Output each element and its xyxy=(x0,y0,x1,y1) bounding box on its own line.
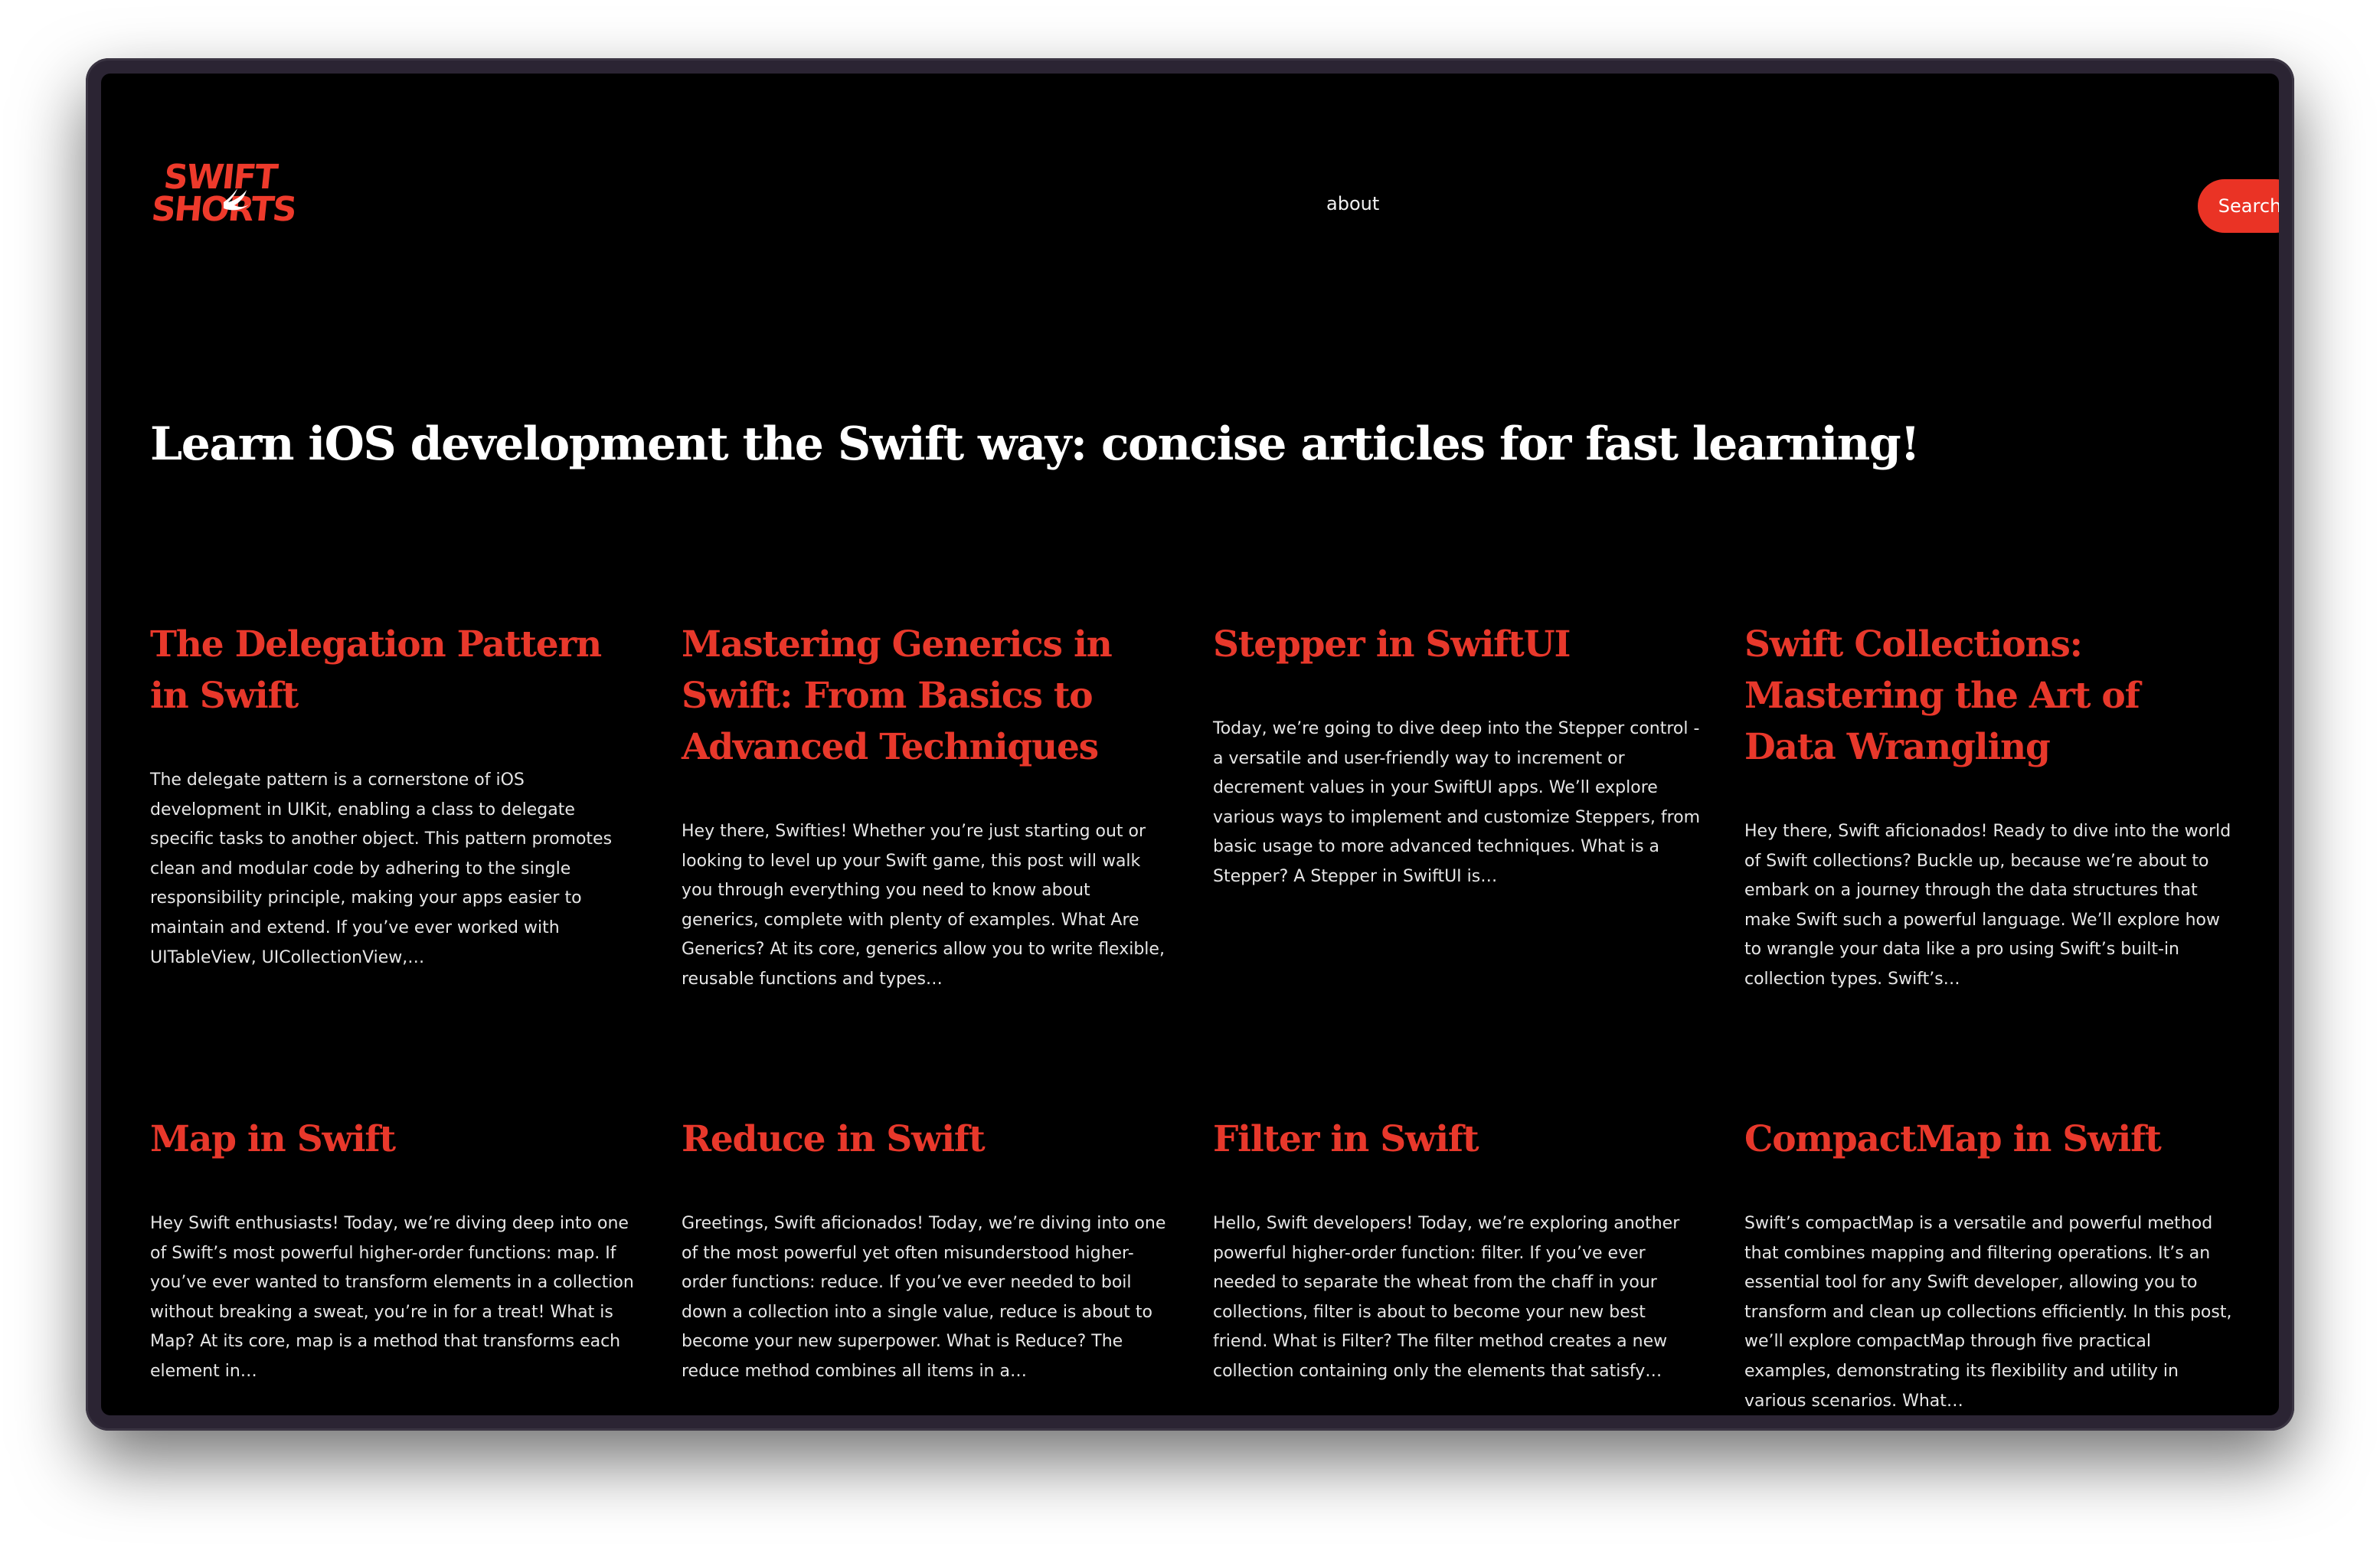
article-excerpt: Hey there, Swifties! Whether you’re just… xyxy=(682,822,1165,989)
article-excerpt: Hello, Swift developers! Today, we’re ex… xyxy=(1213,1214,1680,1381)
nav-link-about[interactable]: about xyxy=(1326,193,1379,214)
article-card: Filter in Swift Hello, Swift developers!… xyxy=(1213,1114,1703,1387)
article-excerpt: Hey there, Swift aficionados! Ready to d… xyxy=(1744,822,2231,989)
article-card: The Delegation Pattern in Swift The dele… xyxy=(150,619,640,973)
article-excerpt: Hey Swift enthusiasts! Today, we’re divi… xyxy=(150,1214,634,1381)
article-excerpt: Today, we’re going to dive deep into the… xyxy=(1213,719,1701,886)
device-frame: SWIFT SHORTS about Search Learn iOS deve… xyxy=(86,58,2294,1431)
article-card: Map in Swift Hey Swift enthusiasts! Toda… xyxy=(150,1114,640,1387)
article-title-link[interactable]: Mastering Generics in Swift: From Basics… xyxy=(682,619,1172,773)
article-title-link[interactable]: CompactMap in Swift xyxy=(1744,1114,2235,1165)
article-card: CompactMap in Swift Swift’s compactMap i… xyxy=(1744,1114,2235,1415)
swift-bird-icon xyxy=(224,188,251,211)
article-card: Reduce in Swift Greetings, Swift aficion… xyxy=(682,1114,1172,1387)
browser-viewport: SWIFT SHORTS about Search Learn iOS deve… xyxy=(101,74,2279,1415)
article-title-link[interactable]: Filter in Swift xyxy=(1213,1114,1703,1165)
page-headline: Learn iOS development the Swift way: con… xyxy=(150,417,1921,471)
article-title-link[interactable]: The Delegation Pattern in Swift xyxy=(150,619,640,721)
article-title-link[interactable]: Stepper in SwiftUI xyxy=(1213,619,1703,670)
article-card: Stepper in SwiftUI Today, we’re going to… xyxy=(1213,619,1703,892)
search-button[interactable]: Search xyxy=(2198,179,2279,233)
article-title-link[interactable]: Swift Collections: Mastering the Art of … xyxy=(1744,619,2235,773)
article-excerpt: Greetings, Swift aficionados! Today, we’… xyxy=(682,1214,1166,1381)
article-excerpt: The delegate pattern is a cornerstone of… xyxy=(150,770,613,967)
article-card: Swift Collections: Mastering the Art of … xyxy=(1744,619,2235,995)
article-card: Mastering Generics in Swift: From Basics… xyxy=(682,619,1172,995)
article-excerpt: Swift’s compactMap is a versatile and po… xyxy=(1744,1214,2232,1411)
site-logo[interactable]: SWIFT SHORTS xyxy=(149,158,305,236)
article-title-link[interactable]: Reduce in Swift xyxy=(682,1114,1172,1165)
article-title-link[interactable]: Map in Swift xyxy=(150,1114,640,1165)
